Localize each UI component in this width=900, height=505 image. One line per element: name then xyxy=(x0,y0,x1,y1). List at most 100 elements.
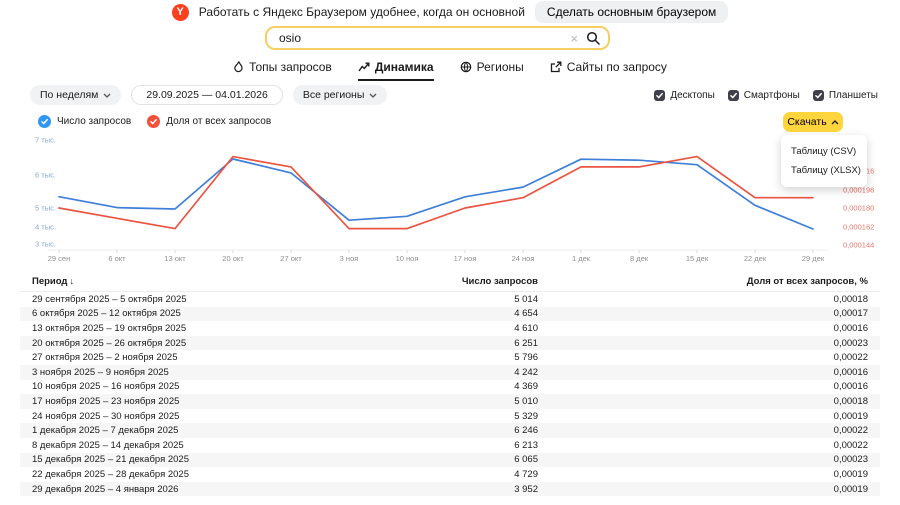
queries-cell: 4 242 xyxy=(358,367,538,378)
tab-label: Сайты по запросу xyxy=(567,60,667,74)
chevron-up-icon xyxy=(831,120,839,125)
download-menu-item-xlsx[interactable]: Таблицу (XLSX) xyxy=(781,161,867,180)
date-range-picker[interactable]: 29.09.2025 — 04.01.2026 xyxy=(131,85,282,105)
checkbox-tablets[interactable]: Планшеты xyxy=(813,90,878,101)
share-cell: 0,00023 xyxy=(538,338,868,349)
tab-regions[interactable]: Регионы xyxy=(460,60,524,81)
tab-tops[interactable]: Топы запросов xyxy=(233,60,332,81)
share-cell: 0,00016 xyxy=(538,323,868,334)
queries-cell: 4 369 xyxy=(358,381,538,392)
period-cell: 29 декабря 2025 – 4 января 2026 xyxy=(32,484,358,495)
table-row: 24 ноября 2025 – 30 ноября 20255 3290,00… xyxy=(20,409,880,424)
share-cell: 0,00018 xyxy=(538,294,868,305)
date-range-value: 29.09.2025 — 04.01.2026 xyxy=(146,89,267,101)
flame-icon xyxy=(233,61,244,73)
table-row: 1 декабря 2025 – 7 декабря 20256 2460,00… xyxy=(20,423,880,438)
checkbox-icon xyxy=(654,90,665,101)
table-row: 22 декабря 2025 – 28 декабря 20254 7290,… xyxy=(20,467,880,482)
download-menu-item-csv[interactable]: Таблицу (CSV) xyxy=(781,142,867,161)
clear-search-icon[interactable]: × xyxy=(570,32,578,45)
svg-text:13 окт: 13 окт xyxy=(164,254,186,263)
table-row: 6 октября 2025 – 12 октября 20254 6540,0… xyxy=(20,307,880,322)
share-cell: 0,00019 xyxy=(538,411,868,422)
table-row: 15 декабря 2025 – 21 декабря 20256 0650,… xyxy=(20,453,880,468)
queries-cell: 3 952 xyxy=(358,484,538,495)
tab-label: Регионы xyxy=(477,60,524,74)
svg-text:22 дек: 22 дек xyxy=(744,254,767,263)
svg-text:5 тыс.: 5 тыс. xyxy=(35,204,56,213)
svg-text:1 дек: 1 дек xyxy=(572,254,591,263)
share-cell: 0,00022 xyxy=(538,352,868,363)
queries-cell: 5 010 xyxy=(358,396,538,407)
legend-share-toggle[interactable]: Доля от всех запросов xyxy=(147,115,271,128)
legend-check-icon xyxy=(147,115,160,128)
share-cell: 0,00019 xyxy=(538,469,868,480)
header-share[interactable]: Доля от всех запросов, % xyxy=(538,276,868,287)
table-body: 29 сентября 2025 – 5 октября 20255 0140,… xyxy=(20,292,880,496)
device-label: Смартфоны xyxy=(744,90,800,101)
table-row: 13 октября 2025 – 19 октября 20254 6100,… xyxy=(20,321,880,336)
tab-bar: Топы запросов Динамика Регионы Сайты по зап… xyxy=(0,60,900,84)
period-cell: 29 сентября 2025 – 5 октября 2025 xyxy=(32,294,358,305)
table-row: 10 ноября 2025 – 16 ноября 20254 3690,00… xyxy=(20,380,880,395)
yandex-logo-icon: Y xyxy=(172,4,189,21)
search-input[interactable] xyxy=(279,31,562,45)
browser-promo-text: Работать с Яндекс Браузером удобнее, ког… xyxy=(199,5,525,19)
period-cell: 1 декабря 2025 – 7 декабря 2025 xyxy=(32,425,358,436)
svg-text:24 ноя: 24 ноя xyxy=(512,254,535,263)
download-menu: Таблицу (CSV)Таблицу (XLSX) xyxy=(781,135,867,187)
share-cell: 0,00022 xyxy=(538,425,868,436)
queries-cell: 6 213 xyxy=(358,440,538,451)
queries-cell: 4 610 xyxy=(358,323,538,334)
svg-text:10 ноя: 10 ноя xyxy=(396,254,419,263)
chevron-down-icon xyxy=(103,93,111,98)
tab-dynamics[interactable]: Динамика xyxy=(358,60,434,81)
checkbox-smartphones[interactable]: Смартфоны xyxy=(728,90,800,101)
set-default-browser-button[interactable]: Сделать основным браузером xyxy=(535,1,728,23)
table-row: 20 октября 2025 – 26 октября 20256 2510,… xyxy=(20,336,880,351)
checkbox-icon xyxy=(813,90,824,101)
table-row: 27 октября 2025 – 2 ноября 20255 7960,00… xyxy=(20,350,880,365)
svg-text:4 тыс.: 4 тыс. xyxy=(35,223,56,232)
queries-cell: 4 729 xyxy=(358,469,538,480)
queries-cell: 5 329 xyxy=(358,411,538,422)
svg-text:6 тыс.: 6 тыс. xyxy=(35,171,56,180)
share-cell: 0,00018 xyxy=(538,396,868,407)
period-cell: 17 ноября 2025 – 23 ноября 2025 xyxy=(32,396,358,407)
period-cell: 8 декабря 2025 – 14 декабря 2025 xyxy=(32,440,358,451)
globe-icon xyxy=(460,61,472,73)
checkbox-icon xyxy=(728,90,739,101)
queries-cell: 6 246 xyxy=(358,425,538,436)
share-cell: 0,00017 xyxy=(538,308,868,319)
share-cell: 0,00019 xyxy=(538,484,868,495)
checkbox-desktops[interactable]: Десктопы xyxy=(654,90,714,101)
search-icon[interactable] xyxy=(586,31,600,45)
table-row: 17 ноября 2025 – 23 ноября 20255 0100,00… xyxy=(20,394,880,409)
chevron-down-icon xyxy=(369,93,377,98)
svg-text:0,000180: 0,000180 xyxy=(843,204,874,213)
granularity-label: По неделям xyxy=(40,89,98,101)
device-filters: Десктопы Смартфоны Планшеты xyxy=(654,86,878,104)
queries-cell: 5 014 xyxy=(358,294,538,305)
periods-table: Период↓ Число запросов Доля от всех запр… xyxy=(20,272,880,496)
header-period[interactable]: Период↓ xyxy=(32,276,358,287)
trend-icon xyxy=(358,62,370,73)
external-icon xyxy=(550,61,562,73)
granularity-select[interactable]: По неделям xyxy=(30,85,121,105)
svg-text:17 ноя: 17 ноя xyxy=(454,254,477,263)
tab-label: Топы запросов xyxy=(249,60,332,74)
svg-text:0,000144: 0,000144 xyxy=(843,241,874,250)
table-row: 29 декабря 2025 – 4 января 20263 9520,00… xyxy=(20,482,880,497)
svg-text:6 окт: 6 окт xyxy=(108,254,126,263)
legend-queries-toggle[interactable]: Число запросов xyxy=(38,115,131,128)
download-button[interactable]: Скачать xyxy=(783,112,843,132)
queries-cell: 6 065 xyxy=(358,454,538,465)
svg-text:3 тыс.: 3 тыс. xyxy=(35,240,56,249)
share-cell: 0,00016 xyxy=(538,381,868,392)
table-row: 29 сентября 2025 – 5 октября 20255 0140,… xyxy=(20,292,880,307)
header-queries[interactable]: Число запросов xyxy=(358,276,538,287)
tab-sites[interactable]: Сайты по запросу xyxy=(550,60,667,81)
svg-text:27 окт: 27 окт xyxy=(280,254,302,263)
legend-label: Число запросов xyxy=(57,116,131,127)
region-select[interactable]: Все регионы xyxy=(293,85,388,105)
